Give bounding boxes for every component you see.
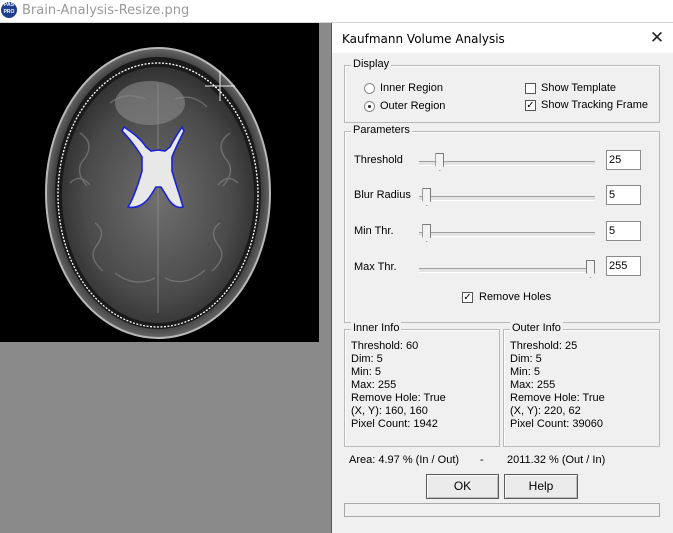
dialog-title: Kaufmann Volume Analysis xyxy=(342,32,505,46)
inner-info-legend: Inner Info xyxy=(351,322,402,334)
show-tracking-frame-checkbox[interactable]: ✓ xyxy=(525,100,536,111)
app-icon-text-top: PAS xyxy=(4,2,14,8)
area-out-in: 2011.32 % (Out / In) xyxy=(507,454,606,466)
inner-info-list: Threshold: 60 Dim: 5 Min: 5 Max: 255 Rem… xyxy=(351,340,446,431)
inner-info-line: Max: 255 xyxy=(351,379,397,391)
close-button[interactable]: ✕ xyxy=(646,27,668,49)
remove-holes-label[interactable]: Remove Holes xyxy=(479,291,551,303)
display-legend: Display xyxy=(351,58,392,70)
blur-radius-label: Blur Radius xyxy=(354,189,411,201)
show-template-label[interactable]: Show Template xyxy=(541,82,616,94)
volume-analysis-dialog: Kaufmann Volume Analysis ✕ Display Inner… xyxy=(331,23,673,533)
outer-region-label[interactable]: Outer Region xyxy=(380,100,445,112)
max-thr-input[interactable] xyxy=(606,256,641,276)
app-icon: PAS PRO xyxy=(1,2,17,18)
threshold-slider-thumb[interactable] xyxy=(435,153,445,171)
frontal-bright-area xyxy=(115,81,185,125)
inner-info-group: Inner Info Threshold: 60 Dim: 5 Min: 5 M… xyxy=(344,322,500,447)
outer-info-line: Pixel Count: 39060 xyxy=(510,418,603,430)
parameters-group: Parameters Threshold Blur Radius Min Thr… xyxy=(344,124,660,323)
min-thr-slider-thumb[interactable] xyxy=(422,224,432,242)
outer-info-list: Threshold: 25 Dim: 5 Min: 5 Max: 255 Rem… xyxy=(510,340,605,431)
min-thr-slider[interactable] xyxy=(419,232,595,237)
threshold-label: Threshold xyxy=(354,154,403,166)
outer-region-radio[interactable] xyxy=(364,101,375,112)
ok-button[interactable]: OK xyxy=(426,474,499,499)
parameters-legend: Parameters xyxy=(351,124,412,136)
outer-info-legend: Outer Info xyxy=(510,322,563,334)
remove-holes-checkbox[interactable]: ✓ xyxy=(462,292,473,303)
inner-info-line: Pixel Count: 1942 xyxy=(351,418,438,430)
inner-info-line: Threshold: 60 xyxy=(351,340,419,352)
display-group: Display Inner Region Outer Region Show T… xyxy=(344,58,660,123)
inner-info-line: Remove Hole: True xyxy=(351,392,446,404)
min-thr-label: Min Thr. xyxy=(354,225,394,237)
image-canvas[interactable] xyxy=(0,23,319,342)
threshold-slider[interactable] xyxy=(419,161,595,166)
max-thr-slider[interactable] xyxy=(419,268,595,273)
outer-info-line: Remove Hole: True xyxy=(510,392,605,404)
app-icon-text-bottom: PRO xyxy=(3,9,15,15)
window-title: Brain-Analysis-Resize.png xyxy=(22,3,190,18)
area-separator: - xyxy=(480,454,484,466)
window-titlebar: PAS PRO Brain-Analysis-Resize.png xyxy=(0,0,673,23)
outer-info-line: Min: 5 xyxy=(510,366,540,378)
inner-info-line: (X, Y): 160, 160 xyxy=(351,405,428,417)
outer-info-line: Max: 255 xyxy=(510,379,556,391)
max-thr-slider-thumb[interactable] xyxy=(586,260,595,278)
outer-info-line: Threshold: 25 xyxy=(510,340,578,352)
max-thr-label: Max Thr. xyxy=(354,261,397,273)
inner-info-line: Dim: 5 xyxy=(351,353,383,365)
inner-region-radio[interactable] xyxy=(364,83,375,94)
min-thr-input[interactable] xyxy=(606,221,641,241)
outer-info-group: Outer Info Threshold: 25 Dim: 5 Min: 5 M… xyxy=(503,322,660,447)
outer-info-line: Dim: 5 xyxy=(510,353,542,365)
close-icon: ✕ xyxy=(649,28,665,48)
brain-mri-image xyxy=(45,47,271,339)
threshold-input[interactable] xyxy=(606,150,641,170)
progress-bar xyxy=(344,503,660,517)
show-template-checkbox[interactable] xyxy=(525,83,536,94)
inner-info-line: Min: 5 xyxy=(351,366,381,378)
inner-region-label[interactable]: Inner Region xyxy=(380,82,443,94)
blur-radius-slider[interactable] xyxy=(419,196,595,201)
outer-info-line: (X, Y): 220, 62 xyxy=(510,405,581,417)
dialog-titlebar: Kaufmann Volume Analysis ✕ xyxy=(332,23,673,53)
blur-radius-slider-thumb[interactable] xyxy=(422,188,432,206)
blur-radius-input[interactable] xyxy=(606,185,641,205)
area-in-out: Area: 4.97 % (In / Out) xyxy=(349,454,460,466)
help-button[interactable]: Help xyxy=(504,474,578,499)
show-tracking-frame-label[interactable]: Show Tracking Frame xyxy=(541,99,648,111)
